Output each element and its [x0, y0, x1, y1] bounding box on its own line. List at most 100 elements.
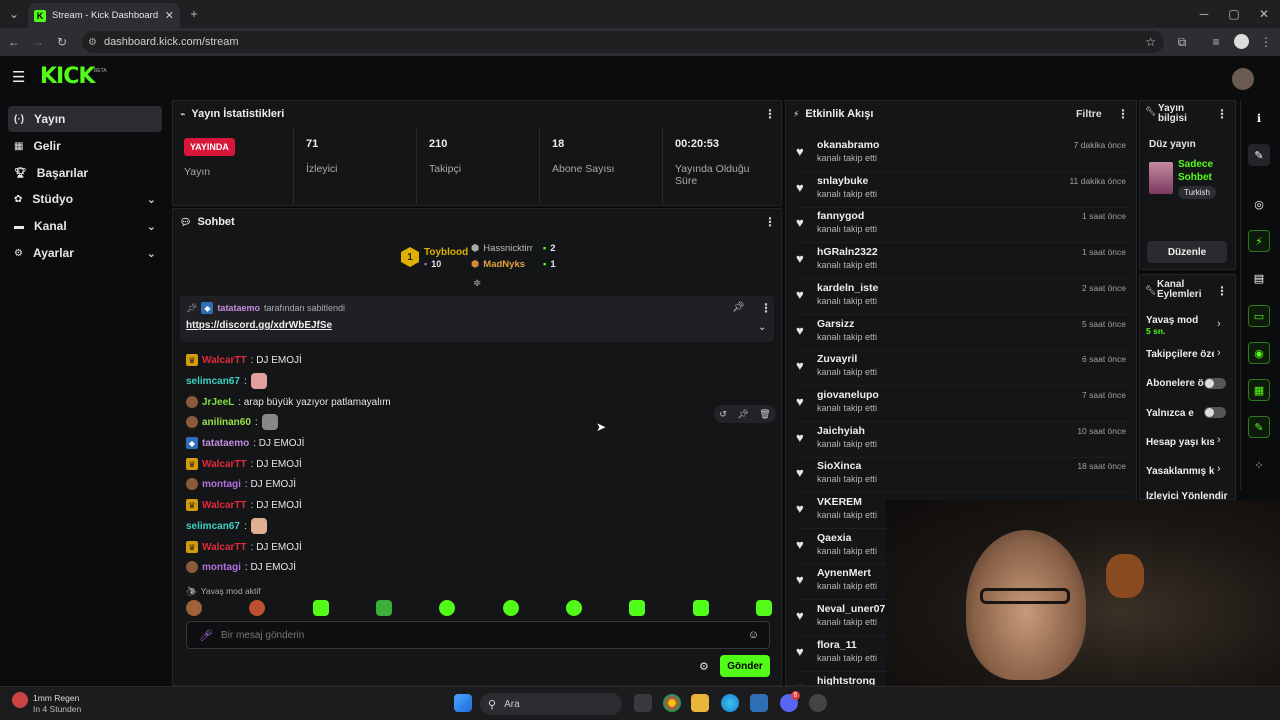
chat-menu-icon[interactable]: ⋮ [764, 215, 776, 229]
activity-item[interactable]: ♥ hGRaln2322 kanalı takip etti 1 saat önce [796, 243, 1132, 280]
broadcast-toggle-icon[interactable]: ◉ [1248, 342, 1270, 364]
hamburger-menu-icon[interactable]: ☰ [12, 68, 25, 86]
activity-item[interactable]: ♥ okanabramo kanalı takip etti 7 dakika önc… [796, 136, 1132, 172]
close-tab-icon[interactable]: ✕ [165, 9, 174, 22]
emote-icon[interactable] [629, 600, 646, 616]
browser-tab[interactable]: K Stream - Kick Dashboard ✕ [28, 3, 180, 28]
chat-message[interactable]: ♛ WalcarTT: DJ EMOJİ [186, 352, 302, 368]
activity-username[interactable]: hightstrong [817, 675, 875, 686]
bookmark-star-icon[interactable]: ☆ [1145, 35, 1156, 49]
chat-message[interactable]: selimcan67: [186, 518, 267, 534]
leader-third[interactable]: ⬢ MadNyks ▪ 1 [471, 259, 556, 270]
pin-message-icon[interactable]: 📌︎ [737, 409, 748, 420]
new-tab-icon[interactable]: + [184, 4, 204, 24]
chat-username[interactable]: anilinan60 [202, 417, 251, 428]
store-icon[interactable] [750, 694, 768, 712]
chat-username[interactable]: tatataemo [202, 438, 249, 449]
chat-message[interactable]: ♛ WalcarTT: DJ EMOJİ [186, 539, 302, 555]
stream-info-menu-icon[interactable]: ⋮ [1216, 107, 1228, 121]
reply-icon[interactable]: ↺ [719, 409, 727, 420]
chevron-down-icon[interactable]: ⌄ [758, 322, 766, 333]
stats-menu-icon[interactable]: ⋮ [764, 107, 776, 121]
chat-message[interactable]: JrJeeL: arap büyük yazıyor patlamayalım [186, 394, 391, 410]
activity-username[interactable]: giovanelupo [817, 389, 879, 401]
pinned-menu-icon[interactable]: ⋮ [760, 301, 772, 315]
activity-item[interactable]: ♥ fannygod kanalı takip etti 1 saat önce [796, 207, 1132, 244]
emote-icon[interactable] [502, 600, 519, 616]
browser-menu-icon[interactable]: ⋮ [1256, 32, 1276, 52]
banned-words-row[interactable]: Yasaklanmış kelimeler [1146, 466, 1214, 477]
leader-second[interactable]: ⬢ Hassnicktirr ▪ 2 [471, 243, 556, 254]
activity-item[interactable]: ♥ Zuvayril kanalı takip etti 6 saat önce [796, 350, 1132, 387]
leader-first-name[interactable]: Toyblood [424, 247, 468, 258]
account-age-row[interactable]: Hesap yaşı kısıtlaması [1146, 437, 1214, 448]
close-window-icon[interactable]: ✕ [1254, 4, 1274, 24]
chat-message[interactable]: ♛ WalcarTT: DJ EMOJİ [186, 456, 302, 472]
maximize-icon[interactable]: ▢ [1224, 4, 1244, 24]
reading-list-icon[interactable]: ≡ [1206, 32, 1226, 52]
quick-action-bolt-icon[interactable]: ⚡︎ [1248, 230, 1270, 252]
site-info-icon[interactable]: ⚙ [88, 37, 97, 48]
reload-icon[interactable]: ↻ [52, 32, 72, 52]
address-bar[interactable]: ⚙ dashboard.kick.com/stream ☆ [82, 31, 1164, 53]
followers-only-row[interactable]: Takipçilere özel [1146, 349, 1214, 360]
emoji-picker-icon[interactable]: ☺ [748, 629, 759, 641]
chevron-right-icon[interactable]: › [1217, 434, 1221, 446]
activity-item[interactable]: ♥ kardeln_iste kanalı takip etti 2 saat önc… [796, 279, 1132, 315]
chevron-right-icon[interactable]: › [1217, 463, 1221, 475]
activity-item[interactable]: ♥ snlaybuke kanalı takip etti 11 dakika önc… [796, 172, 1132, 208]
chat-username[interactable]: selimcan67 [186, 376, 240, 387]
emote-icon[interactable] [375, 600, 392, 616]
activity-username[interactable]: okanabramo [817, 139, 879, 151]
filter-button[interactable]: Filtre [1076, 108, 1102, 120]
activity-username[interactable]: VKEREM [817, 496, 862, 508]
activity-username[interactable]: AynenMert [817, 567, 871, 579]
taskbar-search[interactable]: ⚲ Ara [480, 693, 622, 715]
activity-menu-icon[interactable]: ⋮ [1117, 107, 1129, 121]
tab-list-icon[interactable]: ⌄ [4, 4, 24, 24]
layout-icon[interactable]: ▦ [1248, 379, 1270, 401]
emote-icon[interactable] [186, 600, 202, 616]
back-icon[interactable]: ← [4, 32, 24, 52]
chevron-right-icon[interactable]: › [1217, 347, 1221, 359]
sidebar-item-gelir[interactable]: ▦ Gelir [8, 133, 162, 159]
activity-username[interactable]: Zuvayril [817, 353, 857, 365]
emote-icon[interactable] [692, 600, 709, 616]
file-explorer-icon[interactable] [691, 694, 709, 712]
windows-start-icon[interactable] [454, 694, 472, 712]
activity-username[interactable]: kardeln_iste [817, 282, 878, 294]
sidebar-item-yayin[interactable]: (·) Yayın [8, 106, 162, 132]
chat-username[interactable]: montagi [202, 562, 241, 573]
chevron-right-icon[interactable]: › [1217, 318, 1221, 330]
microphone-icon[interactable]: 🎤︎ [199, 629, 213, 642]
emote-icon[interactable] [249, 600, 266, 616]
extensions-icon[interactable]: ⧉ [1172, 32, 1192, 52]
sidebar-item-basarilar[interactable]: 🏆︎ Başarılar [8, 160, 162, 186]
chat-username[interactable]: selimcan67 [186, 521, 240, 532]
category-link[interactable]: Sadece Sohbet [1178, 158, 1228, 184]
chat-message[interactable]: montagi: DJ EMOJİ [186, 476, 296, 492]
activity-username[interactable]: hGRaln2322 [817, 246, 878, 258]
more-options-icon[interactable]: ⁘ [1248, 454, 1270, 476]
activity-item[interactable]: ♥ Garsizz kanalı takip etti 5 saat önce [796, 315, 1132, 351]
activity-username[interactable]: Qaexia [817, 532, 851, 544]
forward-icon[interactable]: → [28, 32, 48, 52]
task-view-icon[interactable] [634, 694, 652, 712]
chat-settings-gear-icon[interactable]: ⚙ [699, 660, 709, 673]
subscribers-only-toggle[interactable] [1204, 378, 1226, 389]
activity-username[interactable]: SioXinca [817, 460, 861, 472]
unpin-icon[interactable]: 📌︎ [732, 302, 745, 313]
activity-username[interactable]: Garsizz [817, 318, 854, 330]
activity-username[interactable]: Neval_uner07 [817, 603, 885, 615]
minimize-icon[interactable]: ─ [1194, 4, 1214, 24]
send-button[interactable]: Gönder [720, 655, 770, 677]
emote-icon[interactable] [312, 600, 329, 616]
edit-icon[interactable]: ✎ [1248, 144, 1270, 166]
chat-toggle-icon[interactable]: ▭ [1248, 305, 1270, 327]
tools-icon[interactable]: ✎ [1248, 416, 1270, 438]
sidebar-item-studyo[interactable]: ✿ Stüdyo ⌄ [8, 186, 162, 212]
emote-icon[interactable] [565, 600, 582, 616]
sidebar-item-kanal[interactable]: ▬ Kanal ⌄ [8, 213, 162, 239]
emote-icon[interactable] [755, 600, 772, 616]
activity-item[interactable]: ♥ Jaichyiah kanalı takip etti 10 saat önce [796, 422, 1132, 458]
